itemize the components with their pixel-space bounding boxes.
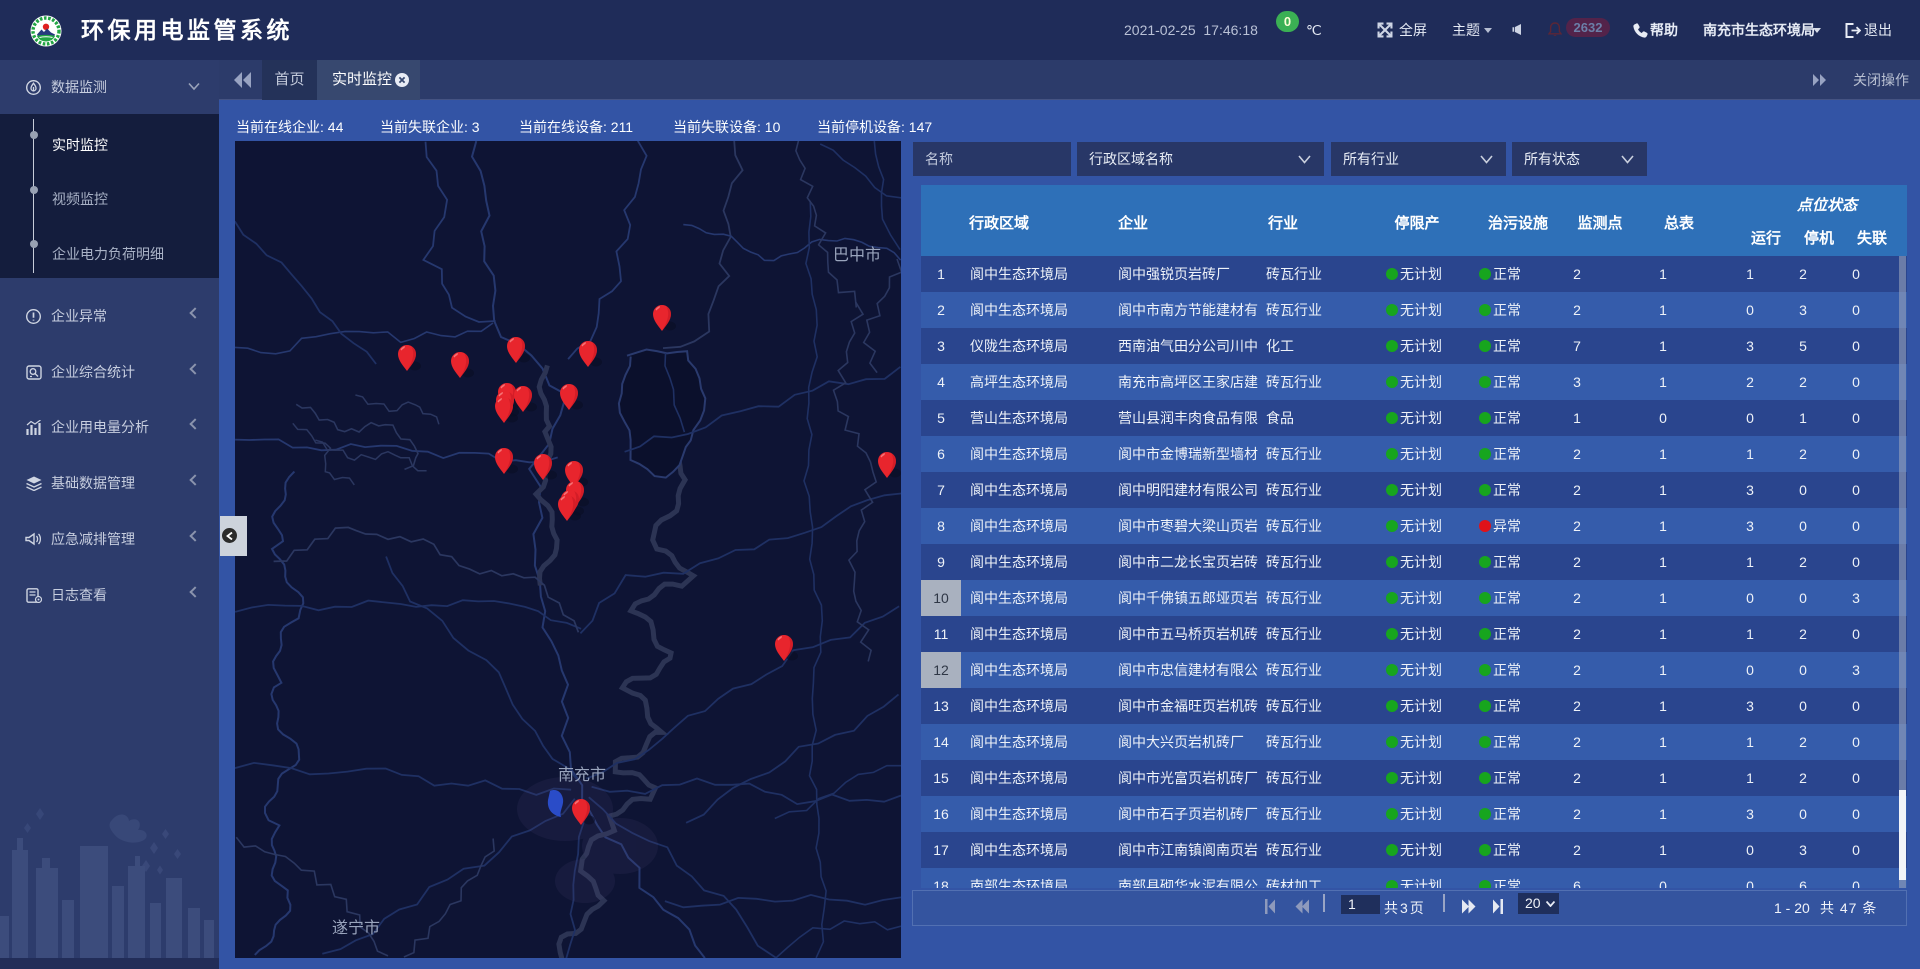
svg-text:南充市: 南充市 [558, 766, 606, 784]
svg-text:巴中市: 巴中市 [833, 246, 881, 264]
svg-text:遂宁市: 遂宁市 [332, 919, 380, 937]
